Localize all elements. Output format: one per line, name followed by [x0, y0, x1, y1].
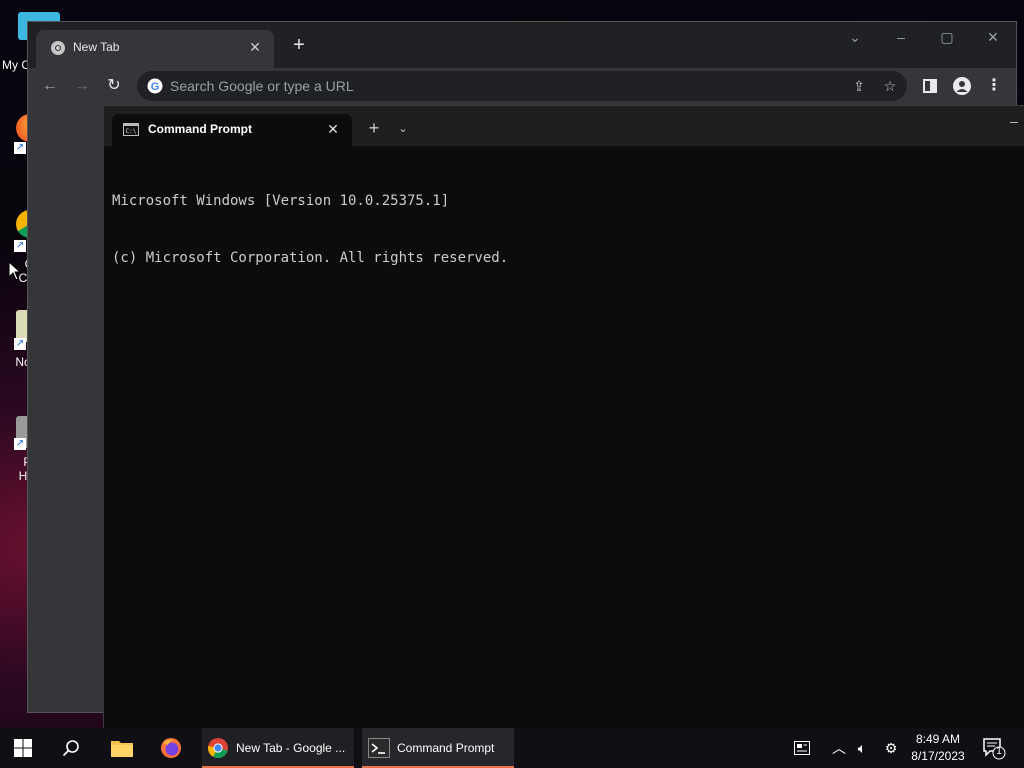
notification-count: 1 — [996, 746, 1002, 757]
terminal-icon — [368, 738, 390, 758]
folder-icon — [111, 741, 133, 757]
search-icon — [62, 740, 79, 757]
omnibox[interactable]: G ⇪ ☆ — [137, 71, 907, 101]
file-explorer-button[interactable] — [99, 728, 145, 768]
taskbar-item-chrome[interactable]: New Tab - Google ... — [202, 728, 354, 768]
cmd-tab-icon: C:\ — [123, 123, 139, 136]
shortcut-arrow-icon: ↗ — [14, 240, 26, 252]
settings-gear-icon[interactable]: ⚙ — [879, 736, 903, 760]
chrome-tab-close-icon[interactable]: ✕ — [246, 38, 264, 56]
kebab-menu-icon[interactable]: ⋮ — [980, 72, 1008, 100]
omnibox-input[interactable] — [170, 76, 790, 96]
reload-icon[interactable]: ↻ — [100, 72, 128, 100]
chrome-tab-strip: New Tab ✕ + ⌄ – ▢ ✕ — [28, 22, 1016, 68]
notification-center-button[interactable]: 1 — [982, 736, 1006, 760]
terminal-dropdown-chevron-icon[interactable]: ⌄ — [394, 118, 412, 140]
share-icon[interactable]: ⇪ — [847, 74, 871, 98]
svg-text:G: G — [151, 81, 160, 93]
back-arrow-icon[interactable]: ← — [36, 72, 64, 100]
close-window-button[interactable]: ✕ — [978, 25, 1008, 49]
desktop-icon-label: My C — [2, 58, 30, 72]
clock-time: 8:49 AM — [915, 732, 961, 746]
chrome-new-tab-button[interactable]: + — [288, 35, 310, 57]
windows-logo-icon — [14, 739, 32, 757]
taskbar-item-command-prompt[interactable]: Command Prompt — [362, 728, 514, 768]
google-g-icon: G — [147, 78, 163, 94]
taskbar-item-label: New Tab - Google ... — [236, 741, 346, 755]
terminal-tab-close-icon[interactable]: ✕ — [324, 120, 342, 138]
shortcut-arrow-icon: ↗ — [14, 142, 26, 154]
start-button[interactable] — [0, 728, 46, 768]
minimize-button[interactable]: – — [886, 25, 916, 49]
news-widget-icon[interactable] — [790, 736, 814, 760]
side-panel-icon[interactable] — [916, 72, 944, 100]
bookmark-star-icon[interactable]: ☆ — [878, 74, 902, 98]
chrome-tab-title: New Tab — [73, 40, 120, 54]
svg-text:C:\: C:\ — [126, 128, 137, 135]
terminal-tab-command-prompt[interactable]: C:\ Command Prompt ✕ — [112, 114, 352, 146]
chrome-tab-new-tab[interactable]: New Tab ✕ — [36, 30, 274, 68]
terminal-line: Microsoft Windows [Version 10.0.25375.1] — [112, 193, 450, 209]
terminal-line: (c) Microsoft Corporation. All rights re… — [112, 250, 509, 266]
terminal-output[interactable]: Microsoft Windows [Version 10.0.25375.1]… — [112, 154, 1016, 720]
clock-date: 8/17/2023 — [911, 749, 965, 763]
taskbar-item-label: Command Prompt — [397, 741, 495, 755]
shortcut-arrow-icon: ↗ — [14, 338, 26, 350]
terminal-tab-title: Command Prompt — [148, 122, 253, 136]
command-prompt-window[interactable]: C:\ Command Prompt ✕ + ⌄ – Microsoft Win… — [103, 105, 1024, 728]
firefox-taskbar-button[interactable] — [148, 728, 194, 768]
system-clock[interactable]: 8:49 AM 8/17/2023 — [906, 731, 970, 765]
tab-search-chevron-icon[interactable]: ⌄ — [840, 25, 870, 49]
firefox-icon — [161, 738, 181, 758]
forward-arrow-icon[interactable]: → — [68, 72, 96, 100]
maximize-button[interactable]: ▢ — [932, 25, 962, 49]
volume-icon[interactable]: 🔈︎ — [850, 736, 874, 760]
chrome-toolbar: ← → ↻ G ⇪ ☆ ⋮ — [28, 68, 1016, 104]
chrome-favicon-icon — [51, 41, 65, 55]
terminal-minimize-button[interactable]: – — [1010, 114, 1024, 134]
chrome-icon — [207, 738, 228, 758]
show-hidden-icons-chevron-icon[interactable]: ︿ — [827, 736, 851, 760]
taskbar: New Tab - Google ... Command Prompt ︿ 🔈︎… — [0, 728, 1024, 768]
search-button[interactable] — [48, 728, 94, 768]
profile-avatar-icon[interactable] — [948, 72, 976, 100]
mouse-pointer-icon — [8, 261, 22, 281]
terminal-new-tab-button[interactable]: + — [363, 118, 385, 140]
terminal-tab-strip: C:\ Command Prompt ✕ + ⌄ – — [104, 106, 1024, 146]
shortcut-arrow-icon: ↗ — [14, 438, 26, 450]
